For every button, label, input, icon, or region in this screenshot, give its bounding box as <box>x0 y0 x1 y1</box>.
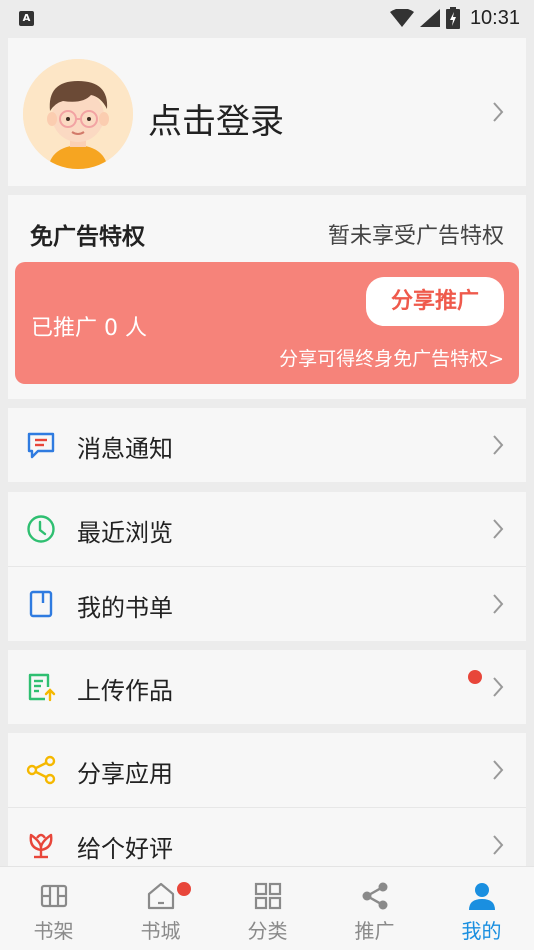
menu-item-share-app[interactable]: 分享应用 <box>8 733 526 807</box>
status-bar: A 10:31 <box>0 0 534 36</box>
signal-icon <box>419 9 440 27</box>
chevron-right-icon <box>493 835 504 855</box>
share-hint-link[interactable]: 分享可得终身免广告特权> <box>279 344 504 371</box>
menu-item-recent[interactable]: 最近浏览 <box>8 492 526 566</box>
chevron-right-icon <box>493 519 504 539</box>
chevron-right-icon <box>493 677 504 697</box>
menu-group-reading: 最近浏览 我的书单 <box>8 492 526 641</box>
bottom-tab-bar: 书架 书城 分类 推广 我的 <box>0 866 534 950</box>
tab-label-promote: 推广 <box>354 919 395 943</box>
user-icon <box>469 883 495 910</box>
menu-group-upload: 上传作品 <box>8 650 526 724</box>
promoted-count: 已推广 0 人 <box>31 316 147 341</box>
chevron-right-icon <box>493 102 504 122</box>
status-indicators: 10:31 <box>389 6 520 30</box>
avatar-illustration <box>23 59 133 169</box>
tab-label-mine: 我的 <box>461 919 502 943</box>
message-icon <box>27 432 55 459</box>
category-icon <box>254 882 282 910</box>
tab-mine[interactable]: 我的 <box>428 867 534 950</box>
bookmark-icon <box>29 590 53 618</box>
ad-privilege-title: 免广告特权 <box>30 224 145 250</box>
menu-item-messages[interactable]: 消息通知 <box>8 408 526 482</box>
share-icon <box>362 882 388 910</box>
flower-icon <box>29 833 53 859</box>
menu-group-share: 分享应用 给个好评 <box>8 733 526 866</box>
ad-privilege-status: 暂未享受广告特权 <box>327 224 504 249</box>
tab-label-bookshelf: 书架 <box>33 919 74 943</box>
bookshelf-icon <box>40 884 68 908</box>
menu-label-booklist: 我的书单 <box>77 594 173 622</box>
profile-card[interactable]: 点击登录 <box>8 38 526 186</box>
share-promote-button[interactable]: 分享推广 <box>366 277 504 326</box>
menu-item-booklist[interactable]: 我的书单 <box>8 567 526 641</box>
menu-label-upload: 上传作品 <box>77 677 173 705</box>
tab-bookshelf[interactable]: 书架 <box>0 867 107 950</box>
tab-label-bookstore: 书城 <box>140 919 181 943</box>
menu-group-messages: 消息通知 <box>8 408 526 482</box>
menu-label-recent: 最近浏览 <box>77 519 173 547</box>
promotion-banner[interactable]: 已推广 0 人 分享推广 分享可得终身免广告特权> <box>15 262 519 384</box>
chevron-right-icon <box>493 594 504 614</box>
home-icon <box>147 882 175 910</box>
share-icon <box>26 755 56 785</box>
clock-icon <box>27 515 55 543</box>
tab-bookstore[interactable]: 书城 <box>107 867 214 950</box>
menu-label-messages: 消息通知 <box>77 435 173 463</box>
upload-document-icon <box>28 673 56 702</box>
tab-promote[interactable]: 推广 <box>321 867 428 950</box>
notification-a-icon: A <box>19 11 34 26</box>
avatar[interactable] <box>23 59 133 169</box>
wifi-icon <box>389 9 414 27</box>
new-badge-dot <box>468 670 482 684</box>
login-label[interactable]: 点击登录 <box>148 94 284 143</box>
chevron-right-icon <box>493 760 504 780</box>
menu-label-share-app: 分享应用 <box>77 760 173 788</box>
status-time: 10:31 <box>469 6 520 29</box>
tab-badge-dot <box>177 882 191 896</box>
battery-icon <box>445 7 460 29</box>
menu-label-rate: 给个好评 <box>77 835 173 863</box>
tab-category[interactable]: 分类 <box>214 867 321 950</box>
chevron-right-icon <box>493 435 504 455</box>
menu-item-upload[interactable]: 上传作品 <box>8 650 526 724</box>
ad-privilege-card: 免广告特权 暂未享受广告特权 已推广 0 人 分享推广 分享可得终身免广告特权> <box>8 195 526 399</box>
tab-label-category: 分类 <box>247 919 288 943</box>
